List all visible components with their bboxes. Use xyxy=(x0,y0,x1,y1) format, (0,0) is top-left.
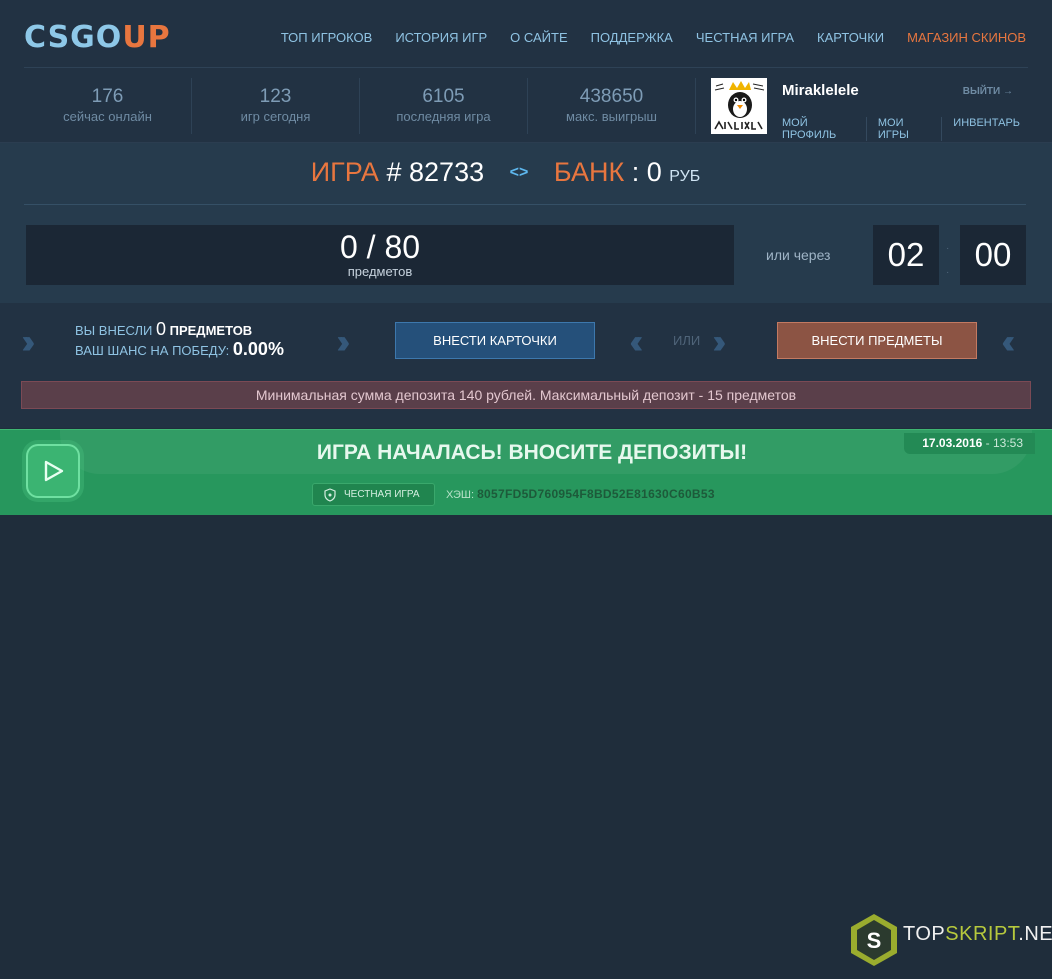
nav-top-players[interactable]: ТОП ИГРОКОВ xyxy=(281,30,373,45)
game-divider xyxy=(24,204,1026,205)
nav-fair-game[interactable]: ЧЕСТНАЯ ИГРА xyxy=(696,30,794,45)
nav-game-history[interactable]: ИСТОРИЯ ИГР xyxy=(395,30,487,45)
game-hash-sign: # xyxy=(386,157,402,187)
watermark-net: .NET xyxy=(1018,923,1052,945)
timer-seconds: 00 xyxy=(960,225,1026,285)
hash-value: 8057FD5D760954F8BD52E81630C60B53 xyxy=(477,487,715,501)
timer-minutes: 02 xyxy=(873,225,939,285)
user-panel: Miraklelele ВЫЙТИ → МОЙ ПРОФИЛЬ МОИ ИГРЫ… xyxy=(711,78,1031,141)
nav-cards[interactable]: КАРТОЧКИ xyxy=(817,30,884,45)
banner-title: ИГРА НАЧАЛАСЬ! ВНОСИТЕ ДЕПОЗИТЫ! xyxy=(316,441,748,464)
site-logo[interactable]: CSGOUP xyxy=(24,20,171,55)
deposit-cards-button[interactable]: ВНЕСТИ КАРТОЧКИ xyxy=(395,322,595,359)
penguin-avatar-icon xyxy=(711,78,767,134)
game-label: ИГРА xyxy=(310,157,379,187)
avatar[interactable] xyxy=(711,78,767,134)
win-chance-label: ВАШ ШАНС НА ПОБЕДУ: xyxy=(75,343,230,358)
logout-link[interactable]: ВЫЙТИ → xyxy=(963,86,1013,97)
deposit-items-button[interactable]: ВНЕСТИ ПРЕДМЕТЫ xyxy=(777,322,977,359)
game-panel: ИГРА # 82733 <> БАНК : 0 РУБ 0 / 80 пред… xyxy=(0,143,1052,303)
your-deposit-count: 0 xyxy=(155,319,166,339)
stat-value: 123 xyxy=(259,86,292,107)
bank-currency: РУБ xyxy=(669,168,701,185)
stat-label: последняя игра xyxy=(396,109,491,124)
watermark-badge: S xyxy=(867,928,882,953)
stats-bar: 176 сейчас онлайн 123 игр сегодня 6105 п… xyxy=(24,78,696,134)
stat-label: макс. выигрыш xyxy=(566,109,657,124)
swap-arrows-icon: <> xyxy=(509,164,529,181)
my-profile-link[interactable]: МОЙ ПРОФИЛЬ xyxy=(782,117,866,141)
your-deposit: ВЫ ВНЕСЛИ 0 ПРЕДМЕТОВ xyxy=(75,319,252,340)
game-start-banner: ИГРА НАЧАЛАСЬ! ВНОСИТЕ ДЕПОЗИТЫ! 17.03.2… xyxy=(0,429,1052,515)
or-label: ИЛИ xyxy=(673,333,701,348)
site-header: CSGOUP ТОП ИГРОКОВ ИСТОРИЯ ИГР О САЙТЕ П… xyxy=(0,0,1052,143)
game-date: 17.03.2016 xyxy=(922,436,983,450)
logo-part-1: CSGO xyxy=(24,20,123,55)
timer-colon: · · xyxy=(946,243,950,278)
stat-label: сейчас онлайн xyxy=(63,109,152,124)
stat-max-win: 438650 макс. выигрыш xyxy=(528,78,696,134)
bank-value: 0 xyxy=(646,157,662,187)
stat-value: 438650 xyxy=(579,86,644,107)
items-counter: 0 / 80 предметов xyxy=(26,225,734,285)
stat-online: 176 сейчас онлайн xyxy=(24,78,192,134)
game-number: 82733 xyxy=(409,157,485,187)
username[interactable]: Miraklelele xyxy=(782,82,859,99)
hexagon-logo-icon: S xyxy=(851,914,897,966)
watermark-top: TOP xyxy=(903,923,946,945)
watermark-skript: SKRIPT xyxy=(945,923,1019,945)
nav-support[interactable]: ПОДДЕРЖКА xyxy=(591,30,673,45)
watermark-text: TOPSKRIPT.NET xyxy=(903,923,1052,946)
nav-skin-shop[interactable]: МАГАЗИН СКИНОВ xyxy=(907,30,1026,45)
my-games-link[interactable]: МОИ ИГРЫ xyxy=(865,117,941,141)
fair-game-label: ЧЕСТНАЯ ИГРА xyxy=(344,489,420,500)
deposit-notice: Минимальная сумма депозита 140 рублей. М… xyxy=(21,381,1031,409)
stat-label: игр сегодня xyxy=(240,109,311,124)
game-title: ИГРА # 82733 <> БАНК : 0 РУБ xyxy=(0,157,1011,188)
main-nav: ТОП ИГРОКОВ ИСТОРИЯ ИГР О САЙТЕ ПОДДЕРЖК… xyxy=(281,30,1026,45)
logo-part-2: UP xyxy=(122,20,171,55)
win-chance: ВАШ ШАНС НА ПОБЕДУ: 0.00% xyxy=(75,339,284,360)
game-hash: ХЭШ: 8057FD5D760954F8BD52E81630C60B53 xyxy=(446,487,715,501)
user-links: МОЙ ПРОФИЛЬ МОИ ИГРЫ ИНВЕНТАРЬ xyxy=(782,117,1031,141)
win-chance-value: 0.00% xyxy=(232,339,284,359)
fair-game-button[interactable]: ЧЕСТНАЯ ИГРА xyxy=(312,483,435,506)
game-datetime: 17.03.2016 - 13:53 xyxy=(904,433,1035,454)
topskript-watermark: S TOPSKRIPT.NET xyxy=(846,910,1052,970)
stat-games-today: 123 игр сегодня xyxy=(192,78,360,134)
bank-separator: : xyxy=(631,157,640,187)
shield-icon xyxy=(324,488,336,502)
items-count: 0 / 80 xyxy=(339,229,421,265)
stat-value: 6105 xyxy=(422,86,465,107)
bank-label: БАНК xyxy=(553,157,625,187)
stat-value: 176 xyxy=(91,86,124,107)
game-time: - 13:53 xyxy=(985,436,1023,450)
items-label: предметов xyxy=(347,264,413,279)
nav-about[interactable]: О САЙТЕ xyxy=(510,30,567,45)
your-deposit-suffix: ПРЕДМЕТОВ xyxy=(169,323,253,338)
or-through-label: или через xyxy=(766,247,831,263)
your-deposit-prefix: ВЫ ВНЕСЛИ xyxy=(75,323,153,338)
deposit-panel: ›› ВЫ ВНЕСЛИ 0 ПРЕДМЕТОВ ВАШ ШАНС НА ПОБ… xyxy=(0,303,1052,428)
inventory-link[interactable]: ИНВЕНТАРЬ xyxy=(941,117,1031,141)
stat-last-game: 6105 последняя игра xyxy=(360,78,528,134)
header-divider xyxy=(24,67,1028,68)
hash-label: ХЭШ: xyxy=(446,489,475,501)
